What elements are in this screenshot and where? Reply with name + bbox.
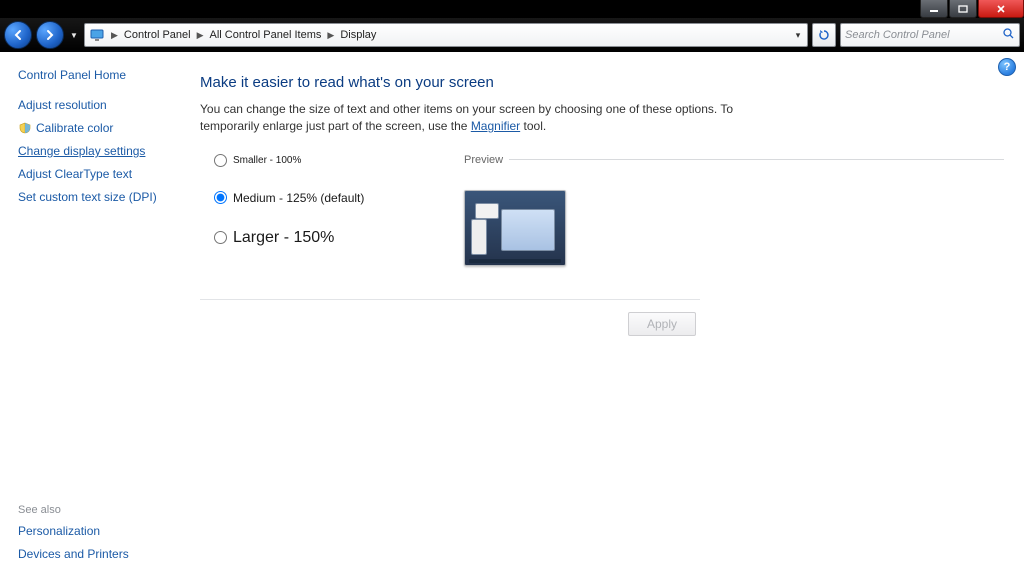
- sidebar-link-change-display-settings[interactable]: Change display settings: [18, 144, 176, 158]
- size-options: Smaller - 100% Medium - 125% (default) L…: [200, 154, 464, 271]
- see-also-devices-printers[interactable]: Devices and Printers: [18, 547, 176, 561]
- page-description: You can change the size of text and othe…: [200, 101, 760, 136]
- page-heading: Make it easier to read what's on your sc…: [200, 74, 1004, 91]
- see-also-header: See also: [18, 504, 176, 516]
- magnifier-link[interactable]: Magnifier: [471, 119, 520, 133]
- radio-smaller-input[interactable]: [214, 154, 227, 167]
- maximize-button[interactable]: [949, 0, 977, 18]
- preview-label: Preview: [464, 154, 1004, 166]
- control-panel-home-link[interactable]: Control Panel Home: [18, 68, 176, 82]
- history-dropdown[interactable]: ▼: [68, 24, 80, 46]
- address-dropdown-icon[interactable]: ▾: [789, 25, 807, 45]
- sidebar-link-adjust-resolution[interactable]: Adjust resolution: [18, 98, 176, 112]
- forward-button[interactable]: [36, 21, 64, 49]
- radio-larger-label: Larger - 150%: [233, 229, 334, 247]
- radio-smaller-label: Smaller - 100%: [233, 155, 301, 166]
- breadcrumb-sep-icon: ▶: [109, 30, 120, 41]
- preview-thumbnail: [464, 190, 566, 266]
- breadcrumb-sep-icon: ▶: [325, 30, 336, 41]
- radio-larger[interactable]: Larger - 150%: [214, 229, 464, 247]
- sidebar-link-calibrate-color[interactable]: Calibrate color: [18, 121, 176, 135]
- navigation-bar: ▼ ▶ Control Panel ▶ All Control Panel It…: [0, 18, 1024, 52]
- search-input[interactable]: Search Control Panel: [840, 23, 1020, 47]
- minimize-button[interactable]: [920, 0, 948, 18]
- back-button[interactable]: [4, 21, 32, 49]
- content-area: ? Make it easier to read what's on your …: [186, 52, 1024, 580]
- window-titlebar: [0, 0, 1024, 18]
- divider: [200, 299, 700, 300]
- breadcrumb-item[interactable]: Display: [336, 24, 380, 46]
- breadcrumb-item[interactable]: All Control Panel Items: [206, 24, 326, 46]
- breadcrumb-sep-icon: ▶: [195, 30, 206, 41]
- close-button[interactable]: [978, 0, 1024, 18]
- search-placeholder: Search Control Panel: [845, 29, 950, 41]
- refresh-button[interactable]: [812, 23, 836, 47]
- radio-medium-input[interactable]: [214, 191, 227, 204]
- monitor-icon: [89, 27, 105, 43]
- see-also-personalization[interactable]: Personalization: [18, 524, 176, 538]
- sidebar-link-adjust-cleartype[interactable]: Adjust ClearType text: [18, 167, 176, 181]
- radio-medium[interactable]: Medium - 125% (default): [214, 191, 464, 205]
- address-bar[interactable]: ▶ Control Panel ▶ All Control Panel Item…: [84, 23, 808, 47]
- radio-larger-input[interactable]: [214, 231, 227, 244]
- sidebar: Control Panel Home Adjust resolution Cal…: [0, 52, 186, 580]
- radio-smaller[interactable]: Smaller - 100%: [214, 154, 464, 167]
- search-icon: [1002, 27, 1015, 43]
- help-icon[interactable]: ?: [998, 58, 1016, 76]
- sidebar-link-set-custom-text-size[interactable]: Set custom text size (DPI): [18, 190, 176, 204]
- radio-medium-label: Medium - 125% (default): [233, 191, 364, 205]
- breadcrumb-item[interactable]: Control Panel: [120, 24, 195, 46]
- apply-button[interactable]: Apply: [628, 312, 696, 336]
- shield-icon: [18, 121, 32, 135]
